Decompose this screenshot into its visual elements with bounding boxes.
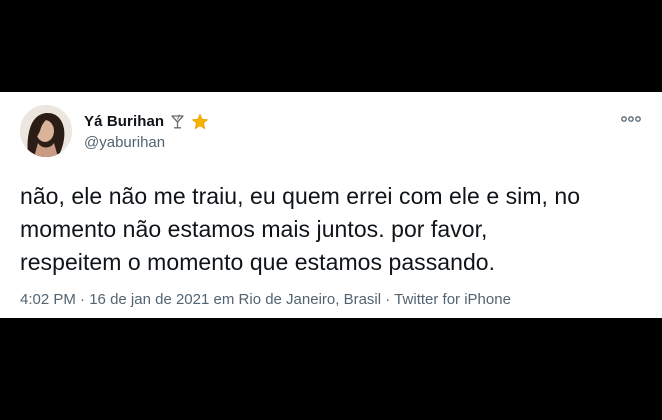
- tweet-source[interactable]: Twitter for iPhone: [394, 291, 511, 308]
- star-icon: [191, 113, 209, 130]
- tweet-card: Yá Burihan @yaburihan não, ele não me tr…: [0, 92, 662, 318]
- avatar[interactable]: [20, 105, 72, 157]
- location-prefix: em: [213, 291, 235, 308]
- tweet-text-line: respeitem o momento que estamos passando…: [20, 249, 496, 275]
- author-handle[interactable]: @yaburihan: [84, 134, 165, 151]
- meta-separator: ·: [385, 291, 391, 308]
- tweet-text-line: não, ele não me traiu, eu quem errei com…: [20, 183, 581, 209]
- author-name-row[interactable]: Yá Burihan: [84, 111, 209, 131]
- tweet-time[interactable]: 4:02 PM: [20, 291, 76, 308]
- tweet-metadata: 4:02 PM · 16 de jan de 2021 em Rio de Ja…: [20, 291, 511, 308]
- meta-separator: ·: [80, 291, 86, 308]
- cocktail-glass-icon: [169, 113, 186, 130]
- tweet-text: não, ele não me traiu, eu quem errei com…: [20, 180, 645, 279]
- ellipsis-icon: [621, 116, 641, 122]
- author-display-name[interactable]: Yá Burihan: [84, 113, 164, 130]
- tweet-text-line: momento não estamos mais juntos. por fav…: [20, 216, 488, 242]
- tweet-date[interactable]: 16 de jan de 2021: [89, 291, 209, 308]
- avatar-image: [20, 105, 72, 157]
- tweet-location[interactable]: Rio de Janeiro, Brasil: [239, 291, 382, 308]
- more-options-button[interactable]: [620, 112, 642, 126]
